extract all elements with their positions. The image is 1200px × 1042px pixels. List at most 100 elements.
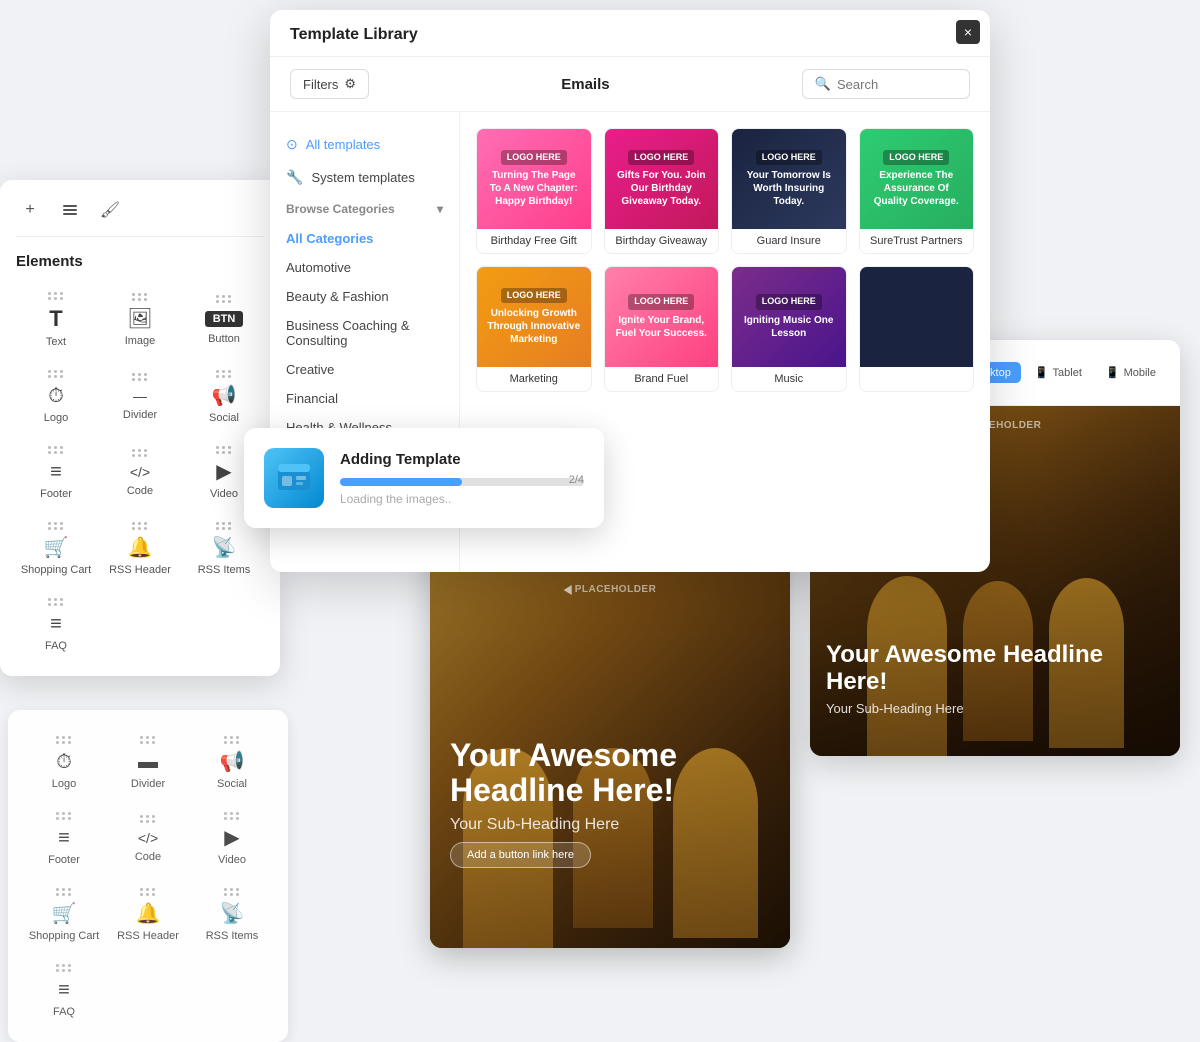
close-button[interactable]: × <box>956 20 980 44</box>
element-divider-bg[interactable]: ▬ Divider <box>108 726 188 798</box>
tab-tablet[interactable]: 📱 Tablet <box>1025 362 1092 383</box>
element-button[interactable]: BTN Button <box>184 282 264 356</box>
logo-icon-bg: ⏱ <box>56 752 72 772</box>
elements-panel-bg: ⏱ Logo ▬ Divider 📢 Social ≡ Footer </> C… <box>8 710 288 1042</box>
element-text[interactable]: T Text <box>16 282 96 356</box>
template-card-suretrust[interactable]: LOGO HERE Experience The Assurance Of Qu… <box>859 128 975 254</box>
rss-header-icon: 🔔 <box>128 538 153 558</box>
card-img-marketing: LOGO HERE Unlocking Growth Through Innov… <box>477 267 591 367</box>
logo-icon: ⏱ <box>48 386 64 406</box>
system-icon: 🔧 <box>286 169 303 186</box>
code-icon: </> <box>130 465 150 479</box>
template-card-marketing[interactable]: LOGO HERE Unlocking Growth Through Innov… <box>476 266 592 392</box>
rss-items-label: RSS Items <box>198 564 251 576</box>
layers-button[interactable] <box>56 196 84 224</box>
cat-automotive[interactable]: Automotive <box>270 253 459 282</box>
tablet-icon: 📱 <box>1035 366 1049 379</box>
card-label-birthday-giveaway: Birthday Giveaway <box>605 229 719 253</box>
element-footer[interactable]: ≡ Footer <box>16 436 96 508</box>
template-card-guard-insure[interactable]: LOGO HERE Your Tomorrow Is Worth Insurin… <box>731 128 847 254</box>
mobile-icon: 📱 <box>1106 366 1120 379</box>
card-img-birthday-gift: LOGO HERE Turning The Page To A New Chap… <box>477 129 591 229</box>
add-button[interactable]: + <box>16 196 44 224</box>
template-grid-row2: LOGO HERE Unlocking Growth Through Innov… <box>476 266 974 392</box>
browse-categories-section[interactable]: Browse Categories ▾ <box>270 194 459 224</box>
element-rssitems-bg[interactable]: 📡 RSS Items <box>192 878 272 950</box>
card-img-brand-fuel: LOGO HERE Ignite Your Brand, Fuel Your S… <box>605 267 719 367</box>
element-faq-bg[interactable]: ≡ FAQ <box>24 954 104 1026</box>
faq-icon: ≡ <box>50 614 62 634</box>
filters-button[interactable]: Filters ⚙ <box>290 69 369 99</box>
code-label: Code <box>127 485 153 497</box>
preview-cta-btn[interactable]: Add a button link here <box>450 842 591 868</box>
button-icon: BTN <box>205 311 244 327</box>
element-divider[interactable]: — Divider <box>100 360 180 432</box>
search-input[interactable] <box>837 77 957 92</box>
filter-label: Filters <box>303 77 338 92</box>
template-card-birthday-gift[interactable]: LOGO HERE Turning The Page To A New Chap… <box>476 128 592 254</box>
tab-mobile[interactable]: 📱 Mobile <box>1096 362 1166 383</box>
element-social-bg[interactable]: 📢 Social <box>192 726 272 798</box>
faq-label: FAQ <box>45 640 67 652</box>
paint-button[interactable]: 🖌 <box>96 196 124 224</box>
divider-icon: — <box>133 389 147 403</box>
layers-icon <box>61 201 79 219</box>
sidebar-system-templates[interactable]: 🔧 System templates <box>270 161 459 194</box>
adding-template-popup: Adding Template 2/4 Loading the images.. <box>244 428 604 528</box>
card-label-music: Music <box>732 367 846 391</box>
rssheader-icon-bg: 🔔 <box>136 904 161 924</box>
template-card-birthday-giveaway[interactable]: LOGO HERE Gifts For You. Join Our Birthd… <box>604 128 720 254</box>
category-title: Emails <box>381 76 790 93</box>
card-label-birthday-gift: Birthday Free Gift <box>477 229 591 253</box>
card-label-guard-insure: Guard Insure <box>732 229 846 253</box>
cart-icon-bg: 🛒 <box>52 904 77 924</box>
desktop-subheading: Your Sub-Heading Here <box>826 701 1164 716</box>
element-social[interactable]: 📢 Social <box>184 360 264 432</box>
text-icon: T <box>49 308 62 330</box>
chevron-down-icon: ▾ <box>437 202 443 216</box>
element-code-bg[interactable]: </> Code <box>108 802 188 874</box>
image-label: Image <box>125 335 156 347</box>
image-icon: 🖼 <box>127 309 152 329</box>
footer-icon: ≡ <box>50 462 62 482</box>
template-card-brand-fuel[interactable]: LOGO HERE Ignite Your Brand, Fuel Your S… <box>604 266 720 392</box>
element-rss-header[interactable]: 🔔 RSS Header <box>100 512 180 584</box>
elements-grid: T Text 🖼 Image BTN Button ⏱ Logo — Divid… <box>16 282 264 660</box>
cat-financial[interactable]: Financial <box>270 384 459 413</box>
shopping-cart-label: Shopping Cart <box>21 564 91 576</box>
template-library-header: Template Library × <box>270 10 990 57</box>
template-card-music[interactable]: LOGO HERE Igniting Music One Lesson Musi… <box>731 266 847 392</box>
logo-label: Logo <box>44 412 68 424</box>
element-image[interactable]: 🖼 Image <box>100 282 180 356</box>
video-icon-bg: ▶ <box>224 828 239 848</box>
element-logo-bg[interactable]: ⏱ Logo <box>24 726 104 798</box>
card-img-music: LOGO HERE Igniting Music One Lesson <box>732 267 846 367</box>
search-box[interactable]: 🔍 <box>802 69 970 99</box>
card-img-guard-insure: LOGO HERE Your Tomorrow Is Worth Insurin… <box>732 129 846 229</box>
main-preview-panel: Welcome to Our Restaurant ✏️ PLACEHOLDER… <box>430 530 790 948</box>
element-cart-bg[interactable]: 🛒 Shopping Cart <box>24 878 104 950</box>
divider-label: Divider <box>123 409 157 421</box>
template-grid-row1: LOGO HERE Turning The Page To A New Chap… <box>476 128 974 254</box>
preview-subheading-text: Your Sub-Heading Here <box>450 816 770 834</box>
element-footer-bg[interactable]: ≡ Footer <box>24 802 104 874</box>
template-card-empty[interactable] <box>859 266 975 392</box>
card-label-suretrust: SureTrust Partners <box>860 229 974 253</box>
code-icon-bg: </> <box>138 831 158 845</box>
cat-creative[interactable]: Creative <box>270 355 459 384</box>
adding-template-content: Adding Template 2/4 Loading the images.. <box>340 451 584 506</box>
element-shopping-cart[interactable]: 🛒 Shopping Cart <box>16 512 96 584</box>
element-video-bg[interactable]: ▶ Video <box>192 802 272 874</box>
element-faq[interactable]: ≡ FAQ <box>16 588 96 660</box>
progress-text: 2/4 <box>569 474 584 486</box>
cat-all[interactable]: All Categories <box>270 224 459 253</box>
element-logo[interactable]: ⏱ Logo <box>16 360 96 432</box>
element-rssheader-bg[interactable]: 🔔 RSS Header <box>108 878 188 950</box>
cat-business[interactable]: Business Coaching & Consulting <box>270 311 459 355</box>
sidebar-all-templates[interactable]: ⊙ All templates <box>270 128 459 161</box>
cat-beauty[interactable]: Beauty & Fashion <box>270 282 459 311</box>
rssitems-icon-bg: 📡 <box>220 904 245 924</box>
adding-template-icon <box>264 448 324 508</box>
element-code[interactable]: </> Code <box>100 436 180 508</box>
card-label-brand-fuel: Brand Fuel <box>605 367 719 391</box>
